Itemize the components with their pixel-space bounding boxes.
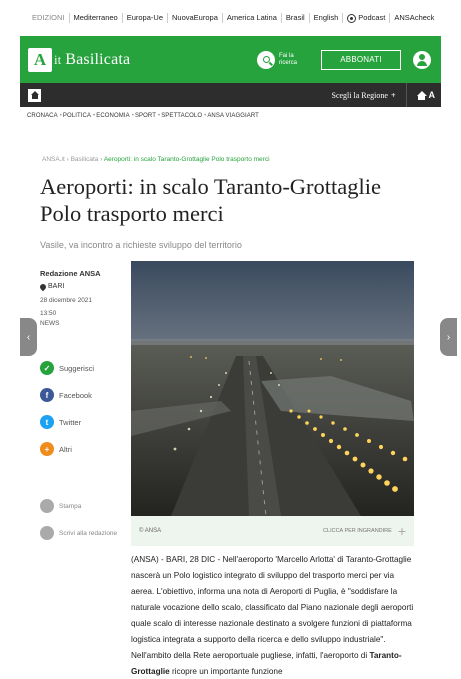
suggest-icon: ✓ <box>40 361 54 375</box>
edition-link-edizioni[interactable]: EDIZIONI <box>28 13 70 23</box>
article-date: 28 dicembre 2021 <box>40 297 93 304</box>
next-article-button[interactable]: › <box>440 318 457 356</box>
chevron-right-icon: › <box>446 331 451 343</box>
plus-icon: + <box>390 90 396 100</box>
write-editors-button[interactable]: Scrivi alla redazione <box>40 523 135 543</box>
ansa-logo[interactable]: A it Basilicata <box>28 47 131 72</box>
divider <box>405 83 407 107</box>
share-panel: ✓ Suggerisci f Facebook t Twitter + Altr… <box>40 358 130 466</box>
logo-suffix: it <box>54 51 62 67</box>
home-icon[interactable] <box>28 88 41 102</box>
article-body-lead: (ANSA) - BARI, 28 DIC - Nell'aeroporto '… <box>131 555 414 660</box>
category-separator: • <box>93 113 96 119</box>
author-name: Redazione ANSA <box>40 269 101 278</box>
category-nav: CRONACA • POLITICA • ECONOMIA • SPORT • SPET… <box>20 107 441 125</box>
print-icon <box>40 499 54 513</box>
category-economia[interactable]: ECONOMIA <box>96 113 129 119</box>
twitter-share-button[interactable]: t Twitter <box>40 412 130 432</box>
choose-region-label: Scegli la Regione <box>331 90 388 100</box>
print-label: Stampa <box>59 502 82 510</box>
article-subtitle: Vasile, va incontro a richieste sviluppo… <box>40 240 242 250</box>
subscribe-button[interactable]: ABBONATI <box>321 49 401 70</box>
twitter-icon: t <box>40 415 54 429</box>
previous-article-button[interactable]: ‹ <box>20 318 37 356</box>
chevron-left-icon: ‹ <box>26 331 31 343</box>
search-label[interactable]: Fai la ricerca <box>279 53 301 67</box>
category-separator: • <box>158 113 161 119</box>
edition-link-podcast[interactable]: Podcast <box>343 13 391 23</box>
house-icon <box>416 90 427 100</box>
site-header: A it Basilicata Fai la ricerca ABBONATI <box>20 36 441 83</box>
place-label: BARI <box>48 283 65 290</box>
logo-letter: A <box>28 47 52 72</box>
facebook-icon: f <box>40 388 54 402</box>
facebook-share-button[interactable]: f Facebook <box>40 385 130 405</box>
podcast-label: Podcast <box>358 13 386 22</box>
article-time: 13:50 <box>40 310 57 317</box>
category-spettacolo[interactable]: SPETTACOLO <box>161 113 202 119</box>
edition-link-nuovaeuropa[interactable]: NuovaEuropa <box>168 13 223 23</box>
other-share-button[interactable]: + Altri <box>40 439 130 459</box>
print-button[interactable]: Stampa <box>40 496 135 516</box>
photo-caption-bar: © ANSA CLICCA PER INGRANDIRE + <box>131 516 414 546</box>
edition-link-brasil[interactable]: Brasil <box>282 13 310 23</box>
category-cronaca[interactable]: CRONACA <box>27 113 58 119</box>
edition-link-europa-ue[interactable]: Europa-Ue <box>123 13 168 23</box>
category-sport[interactable]: SPORT <box>135 113 156 119</box>
article-photo[interactable] <box>131 261 414 516</box>
photo-credit: © ANSA <box>139 528 162 534</box>
article-title: Aeroporti: in scalo Taranto-Grottaglie P… <box>40 174 382 226</box>
category-separator: • <box>131 113 134 119</box>
podcast-icon <box>347 13 357 23</box>
twitter-label: Twitter <box>59 417 82 427</box>
suggest-button[interactable]: ✓ Suggerisci <box>40 358 130 378</box>
ansa-home-link[interactable]: A <box>416 90 436 100</box>
breadcrumb-region[interactable]: Basilicata <box>71 156 99 163</box>
article-body-tail: ricopre un importante funzione <box>169 667 283 676</box>
tools-panel: Stampa Scrivi alla redazione <box>40 496 135 550</box>
article-byline: Redazione ANSA BARI 28 dicembre 2021 13:… <box>38 268 128 329</box>
enlarge-plus-icon[interactable]: + <box>398 523 406 539</box>
edition-link-america-latina[interactable]: America Latina <box>223 13 282 23</box>
article-place: BARI <box>38 281 128 292</box>
category-ansa-viaggiart[interactable]: ANSA VIAGGIART <box>207 113 259 119</box>
plus-circle-icon: + <box>40 442 54 456</box>
category-separator: • <box>204 113 207 119</box>
edition-link-english[interactable]: English <box>310 13 344 23</box>
editions-bar: EDIZIONI Mediterraneo Europa-Ue NuovaEur… <box>20 0 441 36</box>
edition-link-ansacheck[interactable]: ANSAcheck <box>390 13 438 23</box>
article-type: NEWS <box>40 320 60 327</box>
ansa-home-letter: A <box>428 90 436 100</box>
edition-link-mediterraneo[interactable]: Mediterraneo <box>70 13 123 23</box>
other-label: Altri <box>59 444 72 454</box>
location-pin-icon <box>38 282 48 291</box>
breadcrumb-current: Aeroporti: in scalo Taranto-Grottaglie P… <box>103 156 270 163</box>
region-title: Basilicata <box>65 50 131 68</box>
suggest-label: Suggerisci <box>59 363 95 373</box>
breadcrumb-home[interactable]: ANSA.it <box>42 156 65 163</box>
category-politica[interactable]: POLITICA <box>63 113 91 119</box>
article-body: (ANSA) - BARI, 28 DIC - Nell'aeroporto '… <box>131 552 414 679</box>
enlarge-label[interactable]: CLICCA PER INGRANDIRE <box>323 528 392 535</box>
write-editors-label: Scrivi alla redazione <box>59 529 118 537</box>
mail-icon <box>40 526 54 540</box>
runway-photo-illustration <box>131 261 414 516</box>
user-account-icon[interactable] <box>413 50 431 69</box>
search-icon[interactable] <box>257 50 275 69</box>
breadcrumb: ANSA.it › Basilicata › Aeroporti: in sca… <box>42 156 270 163</box>
choose-region-button[interactable]: Scegli la Regione + <box>332 91 396 100</box>
facebook-label: Facebook <box>59 390 92 400</box>
region-bar: Scegli la Regione + A <box>20 83 441 107</box>
category-separator: • <box>59 113 62 119</box>
